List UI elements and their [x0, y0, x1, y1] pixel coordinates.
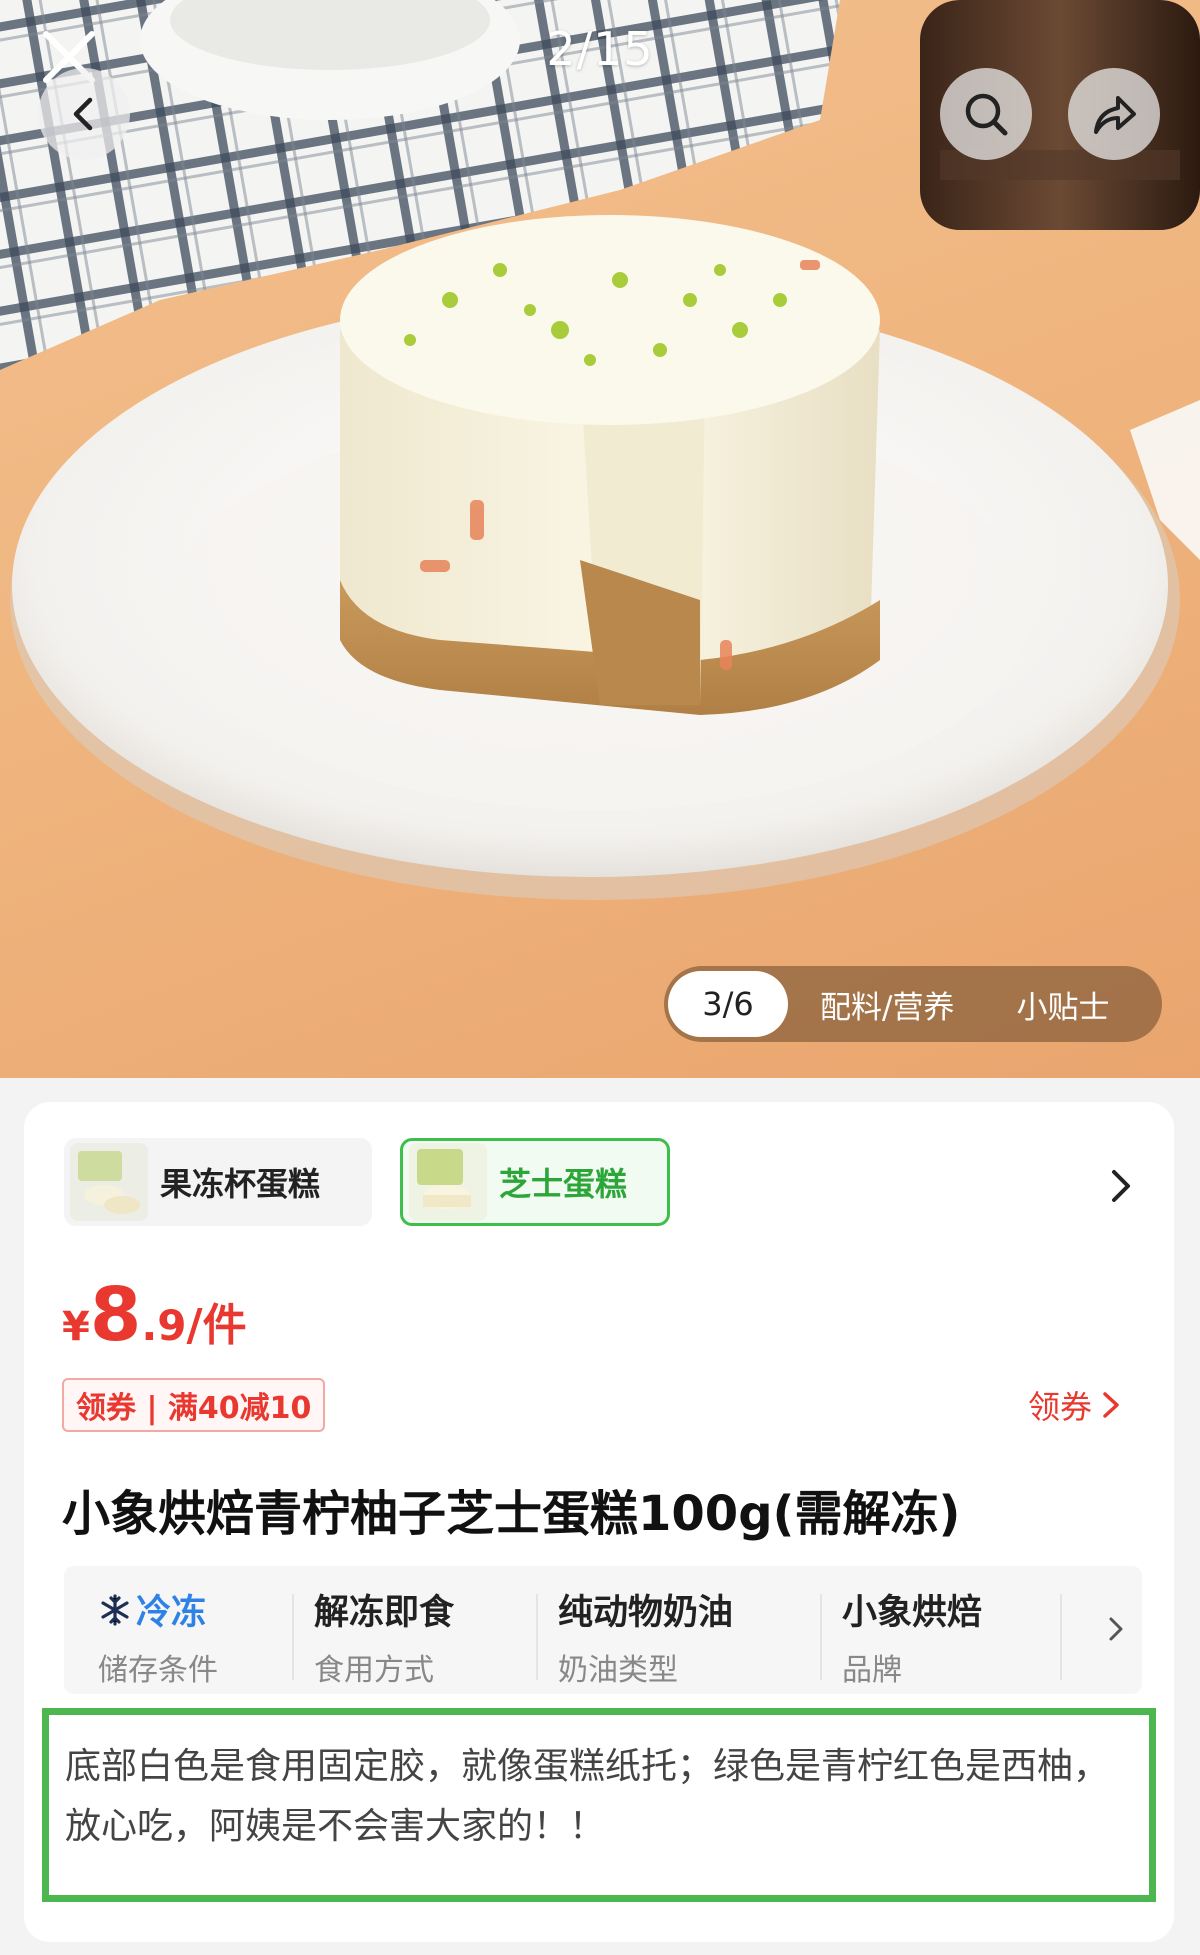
spec-value-text: 冷冻	[136, 1593, 207, 1633]
tab-ingredients[interactable]: 配料/营养	[820, 982, 954, 1027]
product-photo	[0, 0, 1200, 900]
variant-label: 果冻杯蛋糕	[160, 1165, 321, 1203]
highlighted-note: 底部白色是食用固定胶，就像蛋糕纸托；绿色是青柠红色是西柚，放心吃，阿姨是不会害大…	[42, 1708, 1156, 1902]
tab-gallery-index[interactable]: 3/6	[668, 971, 788, 1037]
price: ¥8.9/件	[62, 1272, 247, 1358]
search-icon	[965, 93, 1008, 136]
chevron-right-icon	[1103, 1392, 1119, 1418]
spec-value: 冷冻	[98, 1584, 218, 1635]
chevron-right-icon[interactable]	[1106, 1614, 1126, 1644]
spec-storage: 冷冻 储存条件	[98, 1584, 218, 1689]
variant-label: 芝士蛋糕	[499, 1165, 628, 1203]
spec-label: 品牌	[842, 1653, 902, 1688]
spec-value: 纯动物奶油	[558, 1593, 734, 1633]
variant-option-jelly-cup-cake[interactable]: 果冻杯蛋糕	[64, 1138, 372, 1226]
spec-divider	[820, 1594, 822, 1680]
product-gallery[interactable]: 2/15 3/6 配料/营养 小贴士	[0, 0, 1200, 1078]
product-title: 小象烘焙青柠柚子芝士蛋糕100g(需解冻)	[62, 1486, 961, 1542]
price-unit: /件	[186, 1300, 247, 1351]
spec-cream-type: 纯动物奶油 奶油类型	[558, 1584, 733, 1689]
gallery-tabs: 3/6 配料/营养 小贴士	[664, 966, 1162, 1042]
coupon-badge[interactable]: 领券 | 满40减10	[62, 1378, 326, 1432]
spec-value: 解冻即食	[314, 1593, 455, 1633]
price-currency: ¥	[62, 1304, 90, 1350]
spec-brand: 小象烘焙 品牌	[842, 1584, 982, 1689]
spec-label: 储存条件	[98, 1653, 218, 1688]
variant-option-cheesecake[interactable]: 芝士蛋糕	[400, 1138, 670, 1226]
product-info-card: 果冻杯蛋糕 芝士蛋糕 ¥8.9/件 领券 | 满40减10 领券 小象烘焙青柠柚…	[24, 1102, 1174, 1942]
spec-usage: 解冻即食 食用方式	[314, 1584, 454, 1689]
spec-divider	[292, 1594, 294, 1680]
spec-label: 奶油类型	[558, 1653, 678, 1688]
variant-thumbnail	[70, 1143, 148, 1221]
back-button[interactable]	[38, 68, 130, 160]
tab-tips[interactable]: 小贴士	[1016, 982, 1109, 1027]
chevron-left-icon	[73, 97, 93, 131]
get-coupon-link[interactable]: 领券	[1028, 1382, 1124, 1428]
price-decimal: .9	[141, 1301, 187, 1350]
spec-strip[interactable]: 冷冻 储存条件 解冻即食 食用方式 纯动物奶油 奶油类型 小象烘焙 品牌	[64, 1566, 1142, 1694]
spec-label: 食用方式	[314, 1653, 434, 1688]
share-icon	[1094, 96, 1136, 134]
share-button[interactable]	[1068, 68, 1160, 160]
get-coupon-label: 领券	[1028, 1388, 1093, 1426]
spec-value: 小象烘焙	[842, 1593, 983, 1633]
gallery-counter: 2/15	[546, 22, 654, 76]
spec-divider	[536, 1594, 538, 1680]
chevron-right-icon[interactable]	[1106, 1168, 1136, 1204]
price-integer: 8	[89, 1272, 142, 1358]
spec-divider	[1060, 1594, 1062, 1680]
variant-thumbnail	[409, 1143, 487, 1221]
search-button[interactable]	[940, 68, 1032, 160]
snowflake-icon	[101, 1593, 129, 1626]
